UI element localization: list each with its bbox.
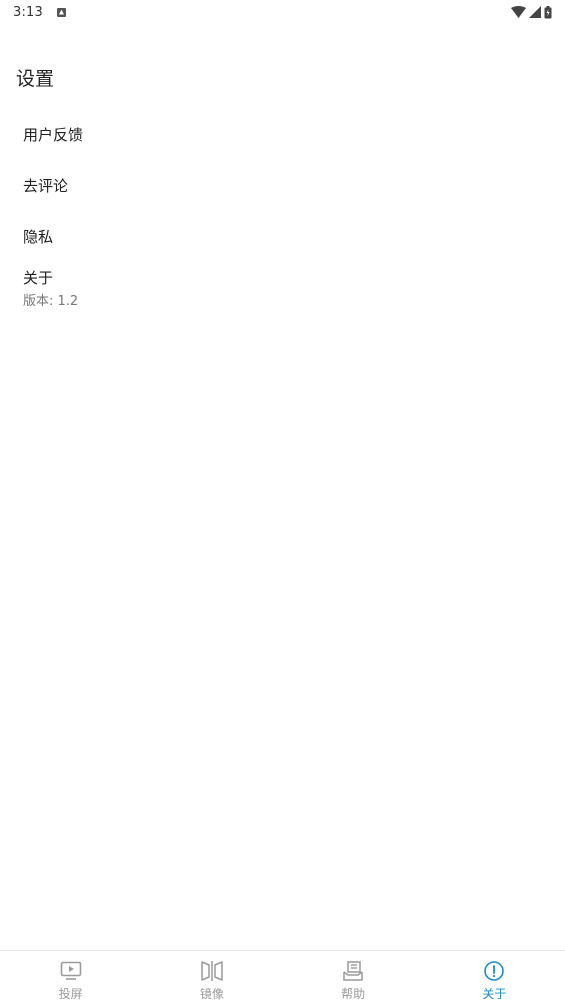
nav-label-help: 帮助: [341, 986, 366, 1001]
nav-label-mirror: 镜像: [199, 986, 224, 1001]
bottom-nav: 投屏 镜像 帮助 关于: [0, 950, 565, 1005]
settings-item-privacy[interactable]: 隐私: [0, 211, 565, 262]
settings-list: 用户反馈 去评论 隐私 关于 版本: 1.2: [0, 109, 565, 313]
version-text: 版本: 1.2: [23, 293, 79, 309]
nav-item-mirror[interactable]: 镜像: [141, 951, 282, 1005]
nav-item-about[interactable]: 关于: [424, 951, 565, 1005]
battery-icon: [544, 5, 552, 18]
nav-item-help[interactable]: 帮助: [283, 951, 424, 1005]
nav-label-cast: 投屏: [58, 986, 83, 1001]
status-time: 3:13: [13, 4, 43, 20]
settings-item-label: 隐私: [23, 228, 54, 246]
cell-signal-icon: [529, 6, 541, 18]
page-title: 设置: [16, 68, 55, 90]
help-icon: [341, 959, 365, 983]
status-right: [511, 5, 552, 19]
settings-item-label: 用户反馈: [23, 126, 84, 144]
notification-icon: [57, 7, 66, 17]
cast-screen-icon: [59, 959, 83, 983]
info-icon: [482, 959, 506, 983]
mirror-icon: [200, 959, 224, 983]
settings-item-review[interactable]: 去评论: [0, 160, 565, 211]
settings-item-feedback[interactable]: 用户反馈: [0, 109, 565, 160]
settings-item-about[interactable]: 关于 版本: 1.2: [0, 262, 565, 313]
wifi-icon: [511, 6, 526, 18]
nav-item-cast[interactable]: 投屏: [0, 951, 141, 1005]
nav-label-about: 关于: [482, 986, 507, 1001]
settings-item-label: 关于: [23, 268, 54, 287]
settings-item-label: 去评论: [23, 177, 69, 195]
status-left: 3:13: [13, 5, 66, 20]
status-bar: 3:13: [0, 0, 565, 24]
